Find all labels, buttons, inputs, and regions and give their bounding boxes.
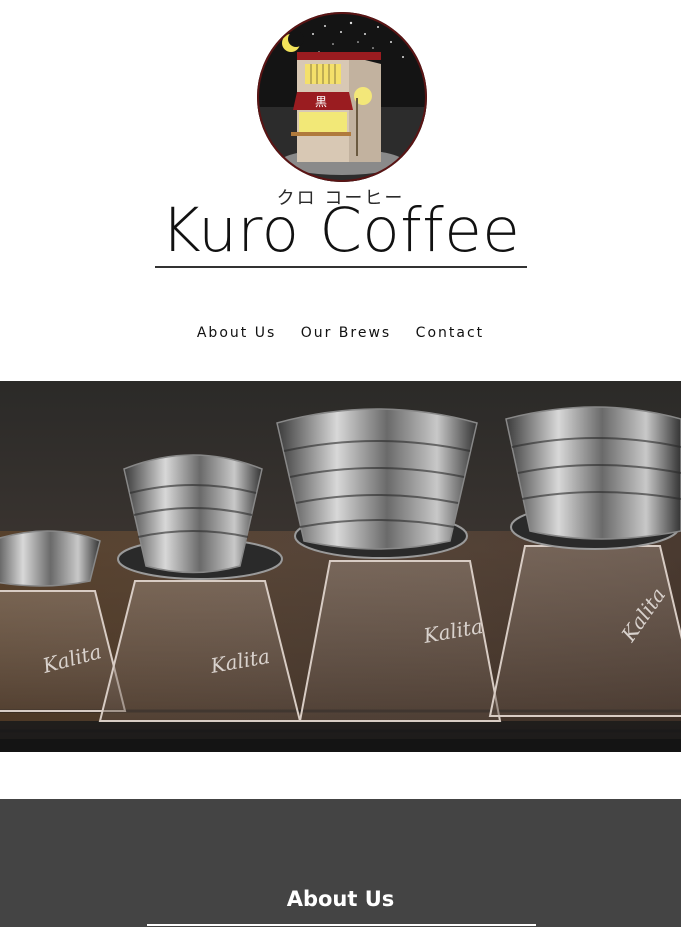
- main-nav: About Us Our Brews Contact: [0, 325, 681, 341]
- nav-about-us[interactable]: About Us: [197, 325, 276, 341]
- about-heading: About Us: [286, 887, 395, 911]
- logo-underline: [155, 266, 527, 268]
- hero-image: Kalita Kalita Kalita Kalita: [0, 381, 681, 752]
- logo-title[interactable]: Kuro Coffee: [0, 196, 681, 266]
- site-header: 黒 クロ コーヒー Kuro Coffee About Us Our Brews…: [0, 0, 681, 380]
- nav-our-brews[interactable]: Our Brews: [301, 325, 392, 341]
- logo-emblem[interactable]: 黒: [253, 12, 431, 182]
- nav-contact[interactable]: Contact: [416, 325, 484, 341]
- shop-sign-text: 黒: [315, 95, 327, 109]
- about-heading-rule: [147, 924, 536, 926]
- about-section: About Us: [0, 799, 681, 927]
